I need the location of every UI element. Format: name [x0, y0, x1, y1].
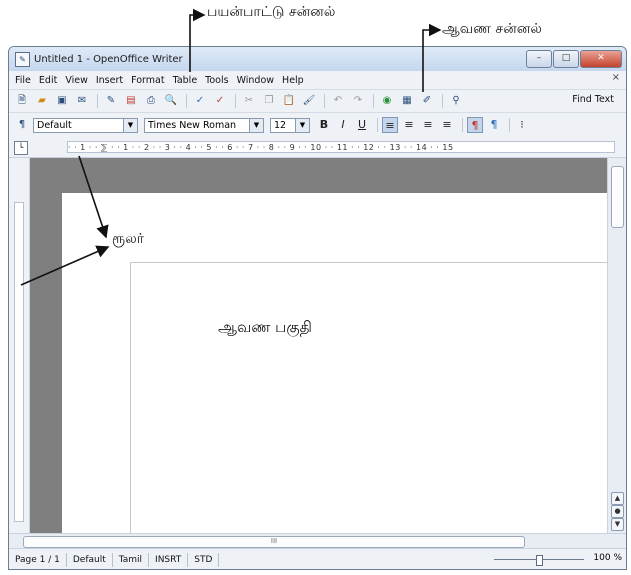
language-indicator[interactable]: Tamil — [113, 553, 150, 567]
email-icon[interactable]: ✉ — [73, 93, 91, 109]
zoom-value[interactable]: 100 % — [593, 553, 622, 563]
bold-button[interactable]: B — [316, 117, 332, 133]
annotation-document-area: ஆவண பகுதி — [218, 318, 312, 336]
minimize-button[interactable]: – — [526, 50, 552, 68]
menu-view[interactable]: View — [61, 75, 92, 86]
font-size-value: 12 — [274, 119, 287, 131]
italic-button[interactable]: I — [335, 117, 351, 133]
paragraph-style-value: Default — [37, 119, 72, 131]
numbering-icon[interactable]: ⁝ — [514, 117, 530, 133]
menu-table[interactable]: Table — [169, 75, 202, 86]
autospellcheck-icon[interactable]: ✓ — [211, 93, 229, 109]
document-close-icon[interactable]: × — [612, 72, 620, 83]
close-button[interactable]: ✕ — [580, 50, 622, 68]
print-icon[interactable]: ⎙ — [142, 93, 160, 109]
navigation-icon[interactable]: ● — [611, 505, 624, 518]
toolbar-separator — [235, 94, 236, 108]
toolbar-separator — [373, 94, 374, 108]
new-document-icon[interactable]: 🗎 — [13, 93, 31, 109]
writer-app-icon: ✎ — [15, 51, 30, 67]
styles-formatting-icon[interactable]: ¶ — [13, 117, 31, 133]
toolbar-separator — [462, 118, 463, 132]
menu-bar: File Edit View Insert Format Table Tools… — [9, 71, 626, 90]
vertical-scrollbar[interactable]: ▲ ● ▼ — [607, 158, 626, 533]
selection-mode-indicator[interactable]: STD — [188, 553, 220, 567]
horizontal-ruler[interactable]: └ · · 1 · · ⅀ · · 1 · · 2 · · 3 · · 4 · … — [9, 137, 626, 158]
open-folder-icon[interactable]: ▰ — [33, 93, 51, 109]
maximize-button[interactable]: □ — [553, 50, 579, 68]
page-preview-icon[interactable]: 🔍 — [162, 93, 180, 109]
draw-functions-icon[interactable]: ✐ — [418, 93, 436, 109]
format-paintbrush-icon[interactable]: 🖌 — [300, 93, 318, 109]
menu-file[interactable]: File — [11, 75, 35, 86]
paste-icon[interactable]: 📋 — [280, 93, 298, 109]
zoom-slider-knob[interactable] — [536, 555, 543, 566]
document-view: ஆவண பகுதி — [30, 158, 609, 534]
toolbar-separator — [97, 94, 98, 108]
toolbar-separator — [186, 94, 187, 108]
text-boundary — [130, 262, 609, 534]
paragraph-style-select[interactable]: Default ▼ — [33, 117, 138, 133]
align-left-icon[interactable]: ≡ — [382, 117, 398, 133]
menu-edit[interactable]: Edit — [35, 75, 61, 86]
openoffice-window: ✎ Untitled 1 - OpenOffice Writer – □ ✕ F… — [8, 46, 627, 570]
find-text-label[interactable]: Find Text — [572, 94, 614, 105]
menu-insert[interactable]: Insert — [92, 75, 127, 86]
formatting-toolbar: ¶ Default ▼ Times New Roman ▼ 12 ▼ B I U… — [9, 113, 626, 138]
title-bar[interactable]: ✎ Untitled 1 - OpenOffice Writer – □ ✕ — [9, 47, 626, 71]
export-pdf-icon[interactable]: ▤ — [122, 93, 140, 109]
menu-window[interactable]: Window — [233, 75, 278, 86]
vertical-ruler-scale[interactable] — [14, 202, 24, 522]
undo-icon[interactable]: ↶ — [329, 93, 347, 109]
font-name-select[interactable]: Times New Roman ▼ — [144, 117, 264, 133]
toolbar-separator — [377, 118, 378, 132]
table-icon[interactable]: ▦ — [398, 93, 416, 109]
spellcheck-icon[interactable]: ✓ — [191, 93, 209, 109]
horizontal-scrollbar[interactable]: III — [9, 533, 626, 549]
rtl-paragraph-icon[interactable]: ¶ — [486, 117, 502, 133]
annotation-document-window: ஆவண சன்னல் — [442, 21, 542, 37]
save-icon[interactable]: ▣ — [53, 93, 71, 109]
chevron-down-icon[interactable]: ▼ — [123, 118, 137, 132]
menu-format[interactable]: Format — [127, 75, 168, 86]
insert-mode-indicator[interactable]: INSRT — [149, 553, 189, 567]
page-indicator[interactable]: Page 1 / 1 — [9, 553, 67, 567]
window-title: Untitled 1 - OpenOffice Writer — [34, 53, 183, 65]
vertical-ruler[interactable] — [9, 158, 30, 533]
toolbar-separator — [324, 94, 325, 108]
vertical-scroll-thumb[interactable] — [611, 166, 624, 228]
toolbar-separator — [442, 94, 443, 108]
chevron-down-icon[interactable]: ▼ — [295, 118, 309, 132]
justify-icon[interactable]: ≡ — [439, 117, 455, 133]
hyperlink-icon[interactable]: ◉ — [378, 93, 396, 109]
toolbar-separator — [509, 118, 510, 132]
align-center-icon[interactable]: ≡ — [401, 117, 417, 133]
align-right-icon[interactable]: ≡ — [420, 117, 436, 133]
annotation-ruler: ரூலர் — [112, 231, 145, 247]
find-replace-icon[interactable]: ⚲ — [447, 93, 465, 109]
cut-icon[interactable]: ✂ — [240, 93, 258, 109]
horizontal-scroll-thumb[interactable]: III — [23, 536, 525, 548]
annotation-title-window: பயன்பாட்டு சன்னல் — [207, 4, 336, 20]
zoom-slider[interactable] — [494, 555, 584, 566]
chevron-down-icon[interactable]: ▼ — [249, 118, 263, 132]
menu-help[interactable]: Help — [278, 75, 308, 86]
status-bar: Page 1 / 1 Default Tamil INSRT STD 100 % — [9, 548, 626, 569]
previous-page-icon[interactable]: ▲ — [611, 492, 624, 505]
copy-icon[interactable]: ❐ — [260, 93, 278, 109]
font-size-select[interactable]: 12 ▼ — [270, 117, 310, 133]
page-style-indicator[interactable]: Default — [67, 553, 113, 567]
edit-file-icon[interactable]: ✎ — [102, 93, 120, 109]
horizontal-ruler-scale[interactable]: · · 1 · · ⅀ · · 1 · · 2 · · 3 · · 4 · · … — [67, 141, 615, 153]
text-direction-icon[interactable]: ¶ — [467, 117, 483, 133]
tab-stop-selector-icon[interactable]: └ — [14, 141, 28, 155]
underline-button[interactable]: U — [354, 117, 370, 133]
redo-icon[interactable]: ↷ — [349, 93, 367, 109]
font-name-value: Times New Roman — [148, 119, 237, 131]
standard-toolbar: 🗎 ▰ ▣ ✉ ✎ ▤ ⎙ 🔍 ✓ ✓ ✂ ❐ 📋 🖌 ↶ ↷ ◉ ▦ ✐ ⚲ … — [9, 90, 626, 113]
next-page-icon[interactable]: ▼ — [611, 518, 624, 531]
menu-tools[interactable]: Tools — [201, 75, 232, 86]
